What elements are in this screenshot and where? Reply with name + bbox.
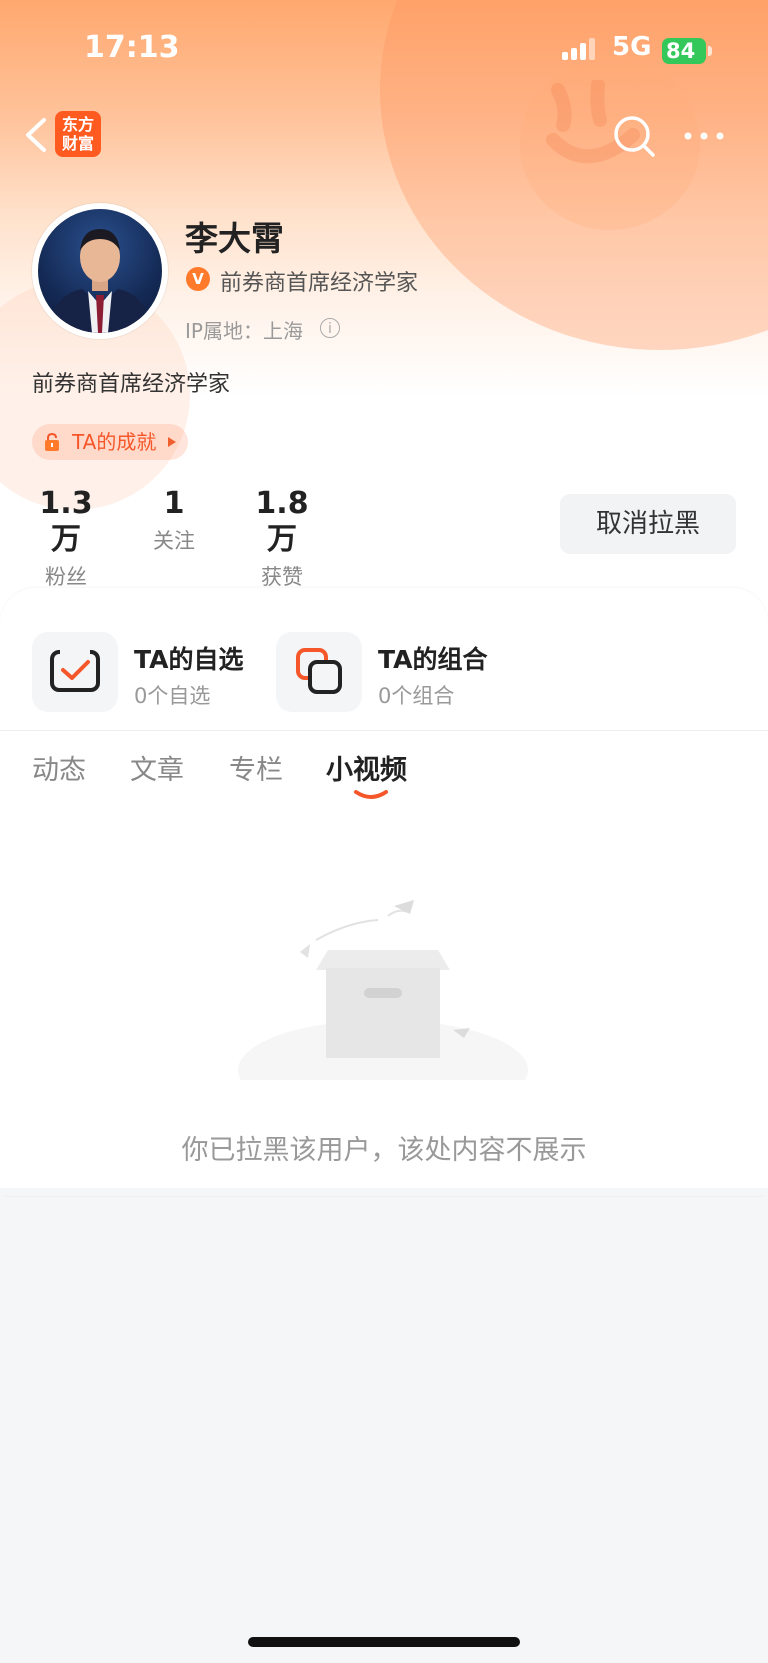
battery-tip: [708, 46, 712, 56]
stat-likes-value: 1.8万: [255, 486, 309, 557]
divider: [0, 730, 768, 731]
card-watchlist-subtitle: 0个自选: [134, 684, 211, 708]
stat-following[interactable]: 1 关注: [144, 486, 204, 556]
content-end-line: [4, 1196, 764, 1197]
search-button[interactable]: [608, 110, 660, 162]
logo-text-bottom: 财富: [61, 134, 94, 153]
back-arrow-icon: [26, 118, 46, 152]
avatar-image: [38, 209, 162, 333]
network-type: 5G: [612, 32, 652, 62]
search-icon: [614, 116, 655, 157]
profile-bio: 前券商首席经济学家: [32, 372, 231, 397]
profile-name: 李大霄: [185, 219, 284, 258]
more-button[interactable]: [676, 112, 732, 160]
portfolio-icon: [296, 648, 342, 694]
verified-icon: V: [186, 267, 210, 291]
avatar[interactable]: [32, 203, 168, 339]
home-indicator[interactable]: [248, 1637, 520, 1647]
card-watchlist-title: TA的自选: [134, 645, 244, 674]
watchlist-check-icon: [50, 646, 100, 692]
lock-icon: [45, 432, 59, 451]
status-time: 17:13: [84, 30, 180, 65]
stat-followers[interactable]: 1.3万 粉丝: [32, 486, 100, 592]
battery-level: 84: [666, 39, 696, 63]
card-watchlist-icon-bg: [32, 632, 118, 712]
stat-likes[interactable]: 1.8万 获赞: [244, 486, 320, 592]
more-icon: [684, 132, 724, 140]
tab-columns[interactable]: 专栏: [229, 748, 283, 787]
battery-icon: 84: [662, 38, 706, 64]
tab-active-indicator: [354, 790, 388, 799]
status-bar: 17:13 5G 84: [0, 0, 768, 100]
card-portfolio-icon-bg: [276, 632, 362, 712]
back-button[interactable]: [18, 110, 58, 160]
signal-icon: [562, 38, 595, 60]
empty-state-message: 你已拉黑该用户，该处内容不展示: [181, 1135, 587, 1166]
card-portfolio-subtitle: 0个组合: [378, 684, 455, 708]
logo-text-top: 东方: [61, 115, 94, 134]
achievement-label: TA的成就: [72, 430, 157, 454]
tab-articles[interactable]: 文章: [130, 748, 184, 787]
stat-followers-value: 1.3万: [39, 486, 93, 557]
info-icon[interactable]: i: [320, 318, 340, 338]
unblock-button[interactable]: 取消拉黑: [560, 494, 736, 554]
arrow-right-icon: [168, 437, 177, 447]
empty-box-illustration: [238, 900, 528, 1080]
card-portfolio-title: TA的组合: [378, 645, 488, 674]
tab-short-videos[interactable]: 小视频: [326, 748, 407, 787]
app-logo: 东方 财富: [55, 111, 101, 157]
tab-dynamics[interactable]: 动态: [32, 748, 86, 787]
verified-title: 前券商首席经济学家: [220, 271, 419, 296]
ip-location: IP属地：上海: [185, 319, 303, 343]
achievement-button[interactable]: TA的成就: [32, 424, 189, 460]
stat-following-value: 1: [163, 486, 185, 521]
stat-following-label: 关注: [153, 529, 195, 553]
